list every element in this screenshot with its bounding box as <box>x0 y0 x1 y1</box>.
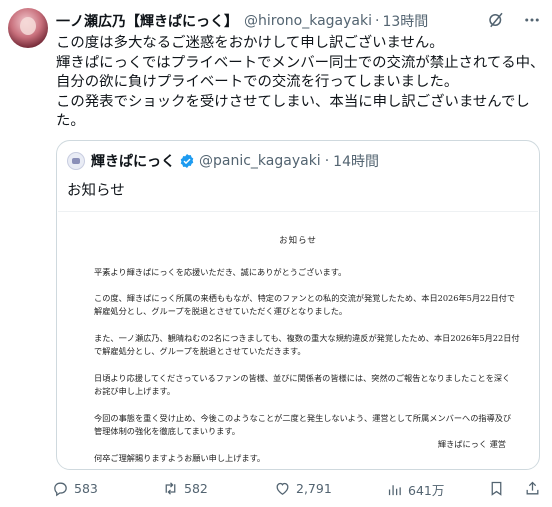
post-text-line: この度は多大なるご迷惑をおかけして申し訳ございません。 <box>56 35 444 51</box>
notice-line: 何卒ご理解賜りますようお願い申し上げます。 <box>94 453 266 463</box>
quoted-avatar <box>67 152 85 170</box>
notice-image[interactable]: お知らせ 平素より輝きぱにっくを応援いただき、誠にありがとうございます。 この度… <box>58 211 538 468</box>
notice-paragraph: 平素より輝きぱにっくを応援いただき、誠にありがとうございます。 <box>94 266 514 279</box>
post-header: 一ノ瀬広乃【輝きぱにっく】 @hirono_kagayaki · 13時間 <box>56 10 428 32</box>
notice-title: お知らせ <box>279 236 317 246</box>
like-count: 2,791 <box>296 481 332 496</box>
like-button[interactable]: 2,791 <box>274 480 332 497</box>
reply-count: 583 <box>74 481 98 496</box>
quoted-post[interactable]: 輝きぱにっく @panic_kagayaki · 14時間 お知らせ お知らせ … <box>56 140 540 470</box>
notice-paragraph: この度、輝きぱにっく所属の来栖ももなが、特定のファンとの私的交流が発覚したため、… <box>94 292 516 318</box>
post-text-line: 輝きぱにっくではプライベートでメンバー同士での交流が禁止されてる中、 <box>56 54 545 71</box>
notice-line: 管理体制の強化を徹底してまいります。 <box>94 426 240 436</box>
author-handle[interactable]: @hirono_kagayaki <box>244 13 372 29</box>
separator-dot: · <box>374 13 380 29</box>
quoted-display-name: 輝きぱにっく <box>91 154 175 170</box>
notice-signature: 輝きぱにっく 運営 <box>437 439 506 449</box>
views-button[interactable]: 641万 <box>386 480 444 499</box>
quoted-time: 14時間 <box>333 154 379 170</box>
notice-line: で解雇処分とし、グループを脱退とさせていただきます。 <box>94 346 306 356</box>
quoted-handle: @panic_kagayaki <box>199 153 321 169</box>
reply-button[interactable]: 583 <box>52 480 98 497</box>
post-text: この度は多大なるご迷惑をおかけして申し訳ございません。 輝きぱにっくではプライベ… <box>56 34 545 132</box>
heart-icon <box>276 482 289 495</box>
share-icon <box>526 481 539 495</box>
repost-count: 582 <box>184 481 208 496</box>
header-actions <box>486 10 542 30</box>
notice-line: 今回の事態を重く受け止め、今後このようなことが二度と発生しないよう、運営として所… <box>94 413 512 423</box>
more-options-icon[interactable] <box>522 10 542 30</box>
notice-paragraph: 何卒ご理解賜りますようお願い申し上げます。 <box>94 452 514 465</box>
notice-line: 平素より輝きぱにっくを応援いただき、誠にありがとうございます。 <box>94 267 347 277</box>
quoted-post-header: 輝きぱにっく @panic_kagayaki · 14時間 <box>67 151 379 171</box>
notice-line: お詫び申し上げます。 <box>94 386 176 396</box>
quoted-text: お知らせ <box>67 183 125 199</box>
post-text-line: 自分の欲に負けプライベートでの交流を行ってしまいました。 <box>56 74 459 90</box>
author-display-name[interactable]: 一ノ瀬広乃【輝きぱにっく】 <box>56 11 238 31</box>
post-time[interactable]: 13時間 <box>382 11 428 31</box>
notice-line: 解雇処分とし、グループを脱退とさせていただく運びとなりました。 <box>94 306 348 316</box>
bookmark-button[interactable] <box>488 480 505 497</box>
separator-dot: · <box>324 153 330 169</box>
views-icon <box>388 485 401 496</box>
share-button[interactable] <box>524 480 541 497</box>
bookmark-icon <box>491 481 502 496</box>
notice-line: 日頃より応援してくださっているファンの皆様、並びに関係者の皆様には、突然のご報告… <box>94 373 511 383</box>
post-text-line: この発表でショックを受けさせてしまい、本当に申し訳ございませんでし <box>56 93 530 110</box>
notice-line: この度、輝きぱにっく所属の来栖ももなが、特定のファンとの私的交流が発覚したため、… <box>94 293 516 303</box>
notice-paragraph: また、一ノ瀬広乃、観晴ねむの2名につきましても、複数の重大な規約違反が発覚したた… <box>94 332 520 358</box>
verified-badge-icon <box>179 153 195 169</box>
views-count: 641万 <box>408 483 445 498</box>
author-avatar[interactable] <box>8 8 48 48</box>
action-bar: 583 582 2,791 641万 <box>52 480 542 500</box>
repost-button[interactable]: 582 <box>162 480 208 497</box>
repost-icon <box>165 482 176 495</box>
notice-paragraph: 日頃より応援してくださっているファンの皆様、並びに関係者の皆様には、突然のご報告… <box>94 372 514 398</box>
grok-icon[interactable] <box>486 10 506 30</box>
reply-icon <box>54 482 67 497</box>
notice-line: また、一ノ瀬広乃、観晴ねむの2名につきましても、複数の重大な規約違反が発覚したた… <box>94 333 520 343</box>
post-text-line: た。 <box>56 113 85 129</box>
post[interactable]: 一ノ瀬広乃【輝きぱにっく】 @hirono_kagayaki · 13時間 この… <box>0 0 552 507</box>
notice-paragraph: 今回の事態を重く受け止め、今後このようなことが二度と発生しないよう、運営として所… <box>94 412 514 438</box>
